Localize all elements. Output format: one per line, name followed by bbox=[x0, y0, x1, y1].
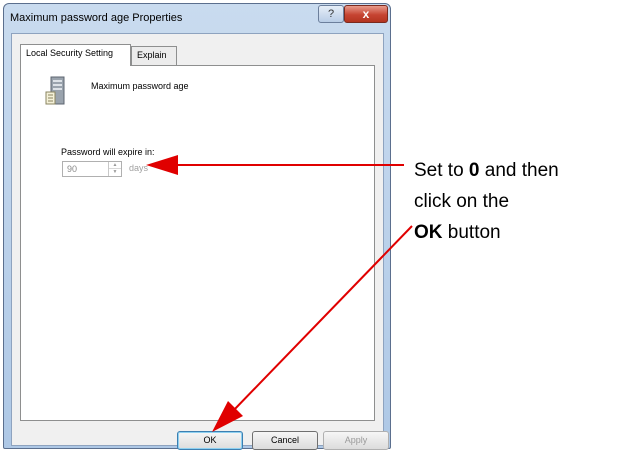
stepper-up-icon[interactable]: ▲ bbox=[109, 162, 121, 169]
annotation-line-1: Set to 0 and then bbox=[414, 160, 559, 181]
tab-local-security-setting[interactable]: Local Security Setting bbox=[20, 44, 131, 66]
stepper-down-icon[interactable]: ▼ bbox=[109, 169, 121, 176]
days-unit-label: days bbox=[129, 163, 149, 173]
tab-panel: Maximum password age Password will expir… bbox=[20, 65, 375, 421]
dialog-client-area: Local Security Setting Explain Maximum p… bbox=[11, 33, 389, 450]
window-title: Maximum password age Properties bbox=[10, 12, 183, 24]
expire-days-value[interactable]: 90 bbox=[67, 164, 77, 174]
apply-button[interactable]: Apply bbox=[323, 431, 389, 450]
server-policy-icon bbox=[45, 76, 65, 105]
instruction-annotation: Set to 0 and then click on the OK button bbox=[414, 155, 614, 248]
ok-button[interactable]: OK bbox=[177, 431, 243, 450]
help-button[interactable]: ? bbox=[318, 5, 344, 23]
expire-days-stepper[interactable]: 90 ▲ ▼ bbox=[62, 161, 122, 177]
annotation-line-3: OK button bbox=[414, 222, 501, 243]
close-button[interactable]: x bbox=[344, 5, 388, 23]
stepper-arrows: ▲ ▼ bbox=[108, 162, 121, 176]
annotation-line-2: click on the bbox=[414, 191, 510, 212]
password-expire-label: Password will expire in: bbox=[61, 147, 155, 157]
policy-name: Maximum password age bbox=[91, 81, 189, 91]
cancel-button[interactable]: Cancel bbox=[252, 431, 318, 450]
tab-explain[interactable]: Explain bbox=[131, 46, 177, 65]
properties-dialog: Maximum password age Properties ? x Loca… bbox=[3, 3, 391, 450]
title-bar[interactable]: Maximum password age Properties ? x bbox=[4, 4, 390, 34]
